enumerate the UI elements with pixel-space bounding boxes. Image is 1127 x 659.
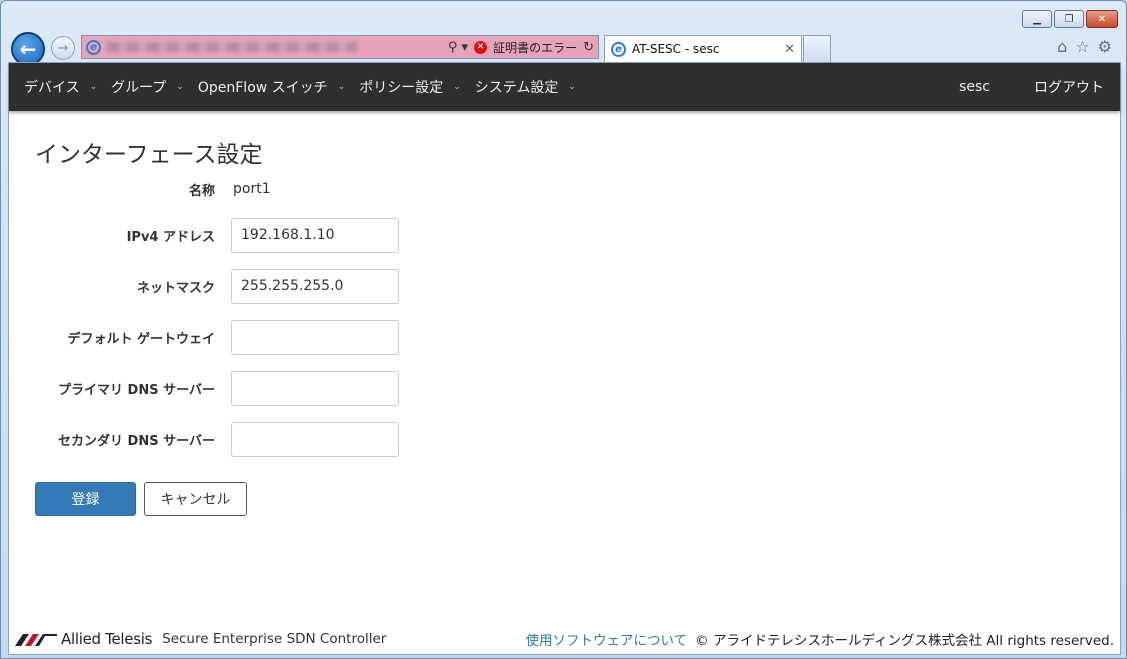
favorites-star-icon[interactable]: ☆ [1075,37,1089,56]
nav-openflow-switch[interactable]: OpenFlow スイッチ ⌄ [191,63,352,111]
ipv4-label: IPv4 アドレス [126,229,215,245]
nav-devices[interactable]: デバイス ⌄ [17,63,104,111]
url-text-redacted[interactable] [107,42,357,52]
page-viewport: デバイス ⌄ グループ ⌄ OpenFlow スイッチ ⌄ ポリシー設定 ⌄ システム設… [8,62,1121,655]
back-arrow-icon: ← [19,37,37,61]
netmask-input[interactable] [231,268,399,304]
top-navbar: デバイス ⌄ グループ ⌄ OpenFlow スイッチ ⌄ ポリシー設定 ⌄ システム設… [9,63,1120,111]
forward-arrow-icon: → [57,40,69,56]
form-row-dns2: セカンダリ DNS サーバー [9,421,429,457]
caret-down-icon: ⌄ [176,82,184,92]
caret-down-icon: ⌄ [89,82,98,92]
primary-dns-input[interactable] [231,370,399,406]
name-value: port1 [233,181,271,197]
form-row-name: 名称 port1 [9,171,429,207]
search-dropdown-icon[interactable]: ⚲ ▾ [448,40,468,55]
forward-button[interactable]: → [51,36,75,60]
form-row-netmask: ネットマスク [9,268,429,304]
caret-down-icon: ⌄ [337,82,346,92]
back-button[interactable]: ← [11,32,45,66]
caret-down-icon: ⌄ [453,82,461,92]
tab-close-icon[interactable]: ✕ [784,42,795,57]
primary-dns-label: プライマリ DNS サーバー [58,382,215,398]
logo-text: Allied Telesis [61,630,153,648]
restore-button[interactable]: ❐ [1054,10,1084,28]
tab-title: AT-SESC - sesc [632,42,720,56]
nav-logout[interactable]: ログアウト [1012,77,1112,97]
address-bar[interactable]: e ⚲ ▾ ✕ 証明書のエラー ↻ [81,35,599,59]
product-name: Secure Enterprise SDN Controller [162,631,387,647]
settings-gear-icon[interactable]: ⚙ [1098,37,1112,56]
nav-groups[interactable]: グループ ⌄ [104,63,191,111]
nav-label: デバイス [24,80,80,96]
browser-tools: ⌂ ☆ ⚙ [1057,37,1112,56]
form-row-dns1: プライマリ DNS サーバー [9,370,429,406]
browser-window: ▁ ❐ ✕ ← → e ⚲ ▾ ✕ 証明書のエラー ↻ e AT-SESC - … [0,0,1127,659]
new-tab-button[interactable] [803,35,831,62]
software-info-link[interactable]: 使用ソフトウェアについて [526,629,688,649]
certificate-error-label[interactable]: 証明書のエラー [493,39,577,56]
copyright-text: © アライドテレシスホールディングス株式会社 All rights reserv… [695,633,1114,649]
close-window-button[interactable]: ✕ [1086,10,1118,28]
netmask-label: ネットマスク [136,280,215,296]
nav-label: システム設定 [474,80,559,96]
browser-tab-active[interactable]: e AT-SESC - sesc ✕ [604,35,802,62]
allied-telesis-logo-mark [15,634,57,646]
ipv4-address-input[interactable] [231,217,399,253]
secondary-dns-input[interactable] [231,421,399,457]
form-row-ipv4: IPv4 アドレス [9,217,429,253]
submit-button[interactable]: 登録 [35,482,136,516]
minimize-button[interactable]: ▁ [1022,10,1052,28]
secondary-dns-label: セカンダリ DNS サーバー [58,433,215,449]
caret-down-icon: ⌄ [568,82,576,92]
nav-label: OpenFlow スイッチ [197,80,328,96]
nav-label: ポリシー設定 [359,80,444,96]
cancel-button[interactable]: キャンセル [144,482,247,516]
nav-label: グループ [111,80,167,96]
tab-ie-icon: e [611,41,626,57]
ie-page-icon: e [86,39,101,55]
gateway-label: デフォルト ゲートウェイ [67,331,215,347]
name-label: 名称 [188,183,215,199]
nav-system-settings[interactable]: システム設定 ⌄ [468,63,583,111]
window-controls: ▁ ❐ ✕ [1022,10,1118,28]
page-footer: Allied Telesis Secure Enterprise SDN Con… [9,628,1120,650]
refresh-icon[interactable]: ↻ [583,40,594,55]
allied-telesis-logo: Allied Telesis [15,630,152,648]
home-icon[interactable]: ⌂ [1057,37,1067,56]
page-title: インターフェース設定 [35,142,263,168]
form-row-gateway: デフォルト ゲートウェイ [9,319,429,355]
nav-policy-settings[interactable]: ポリシー設定 ⌄ [352,63,468,111]
certificate-error-icon[interactable]: ✕ [474,40,488,54]
nav-user[interactable]: sesc [937,79,1012,95]
gateway-input[interactable] [231,319,399,355]
